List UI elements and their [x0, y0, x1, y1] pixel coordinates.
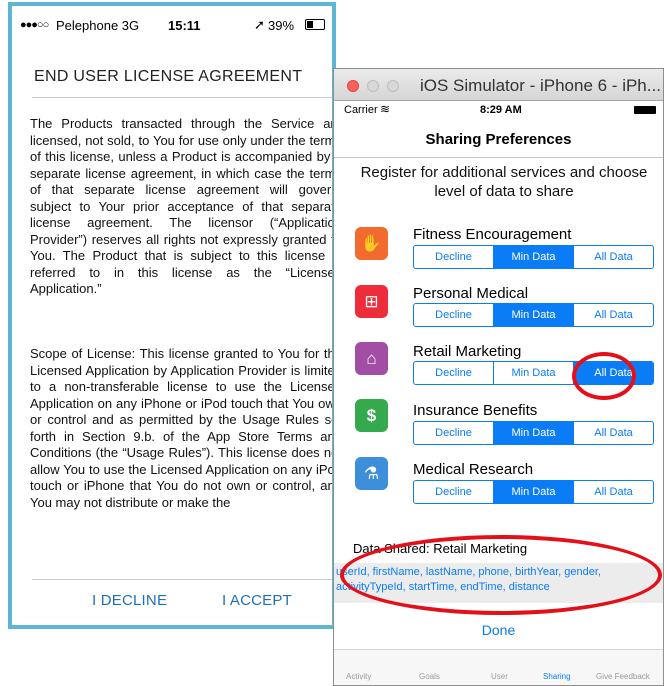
segment-all-data[interactable]: All Data — [573, 481, 653, 503]
category-label-fitness: Fitness Encouragement — [413, 226, 572, 243]
nav-title: Sharing Preferences — [425, 131, 572, 148]
tab-activity[interactable]: Activity — [346, 672, 371, 681]
sharing-level-fitness: Decline Min Data All Data — [413, 245, 654, 269]
location-arrow-icon: ➚ — [254, 17, 265, 32]
carrier-label: Pelephone 3G — [56, 18, 140, 33]
segment-decline[interactable]: Decline — [414, 362, 493, 384]
category-label-insurance: Insurance Benefits — [413, 402, 538, 419]
tab-goals[interactable]: Goals — [419, 672, 440, 681]
sharing-level-retail-marketing: Decline Min Data All Data — [413, 361, 654, 385]
tab-user[interactable]: User — [491, 672, 508, 681]
data-shared-fields: userId, firstName, lastName, phone, birt… — [336, 566, 601, 593]
category-label-medical-research: Medical Research — [413, 461, 534, 478]
tab-give-feedback[interactable]: Give Feedback — [596, 672, 650, 681]
eula-phone-screen: ●●●○○ Pelephone 3G 15:11 ➚ 39% END USER … — [8, 2, 336, 629]
status-time: 15:11 — [168, 18, 201, 33]
zoom-window-button[interactable] — [387, 80, 399, 92]
segment-decline[interactable]: Decline — [414, 422, 493, 444]
segment-min-data[interactable]: Min Data — [493, 422, 573, 444]
category-label-retail-marketing: Retail Marketing — [413, 343, 522, 360]
window-title: iOS Simulator - iPhone 6 - iPh... — [420, 76, 661, 95]
battery-icon — [305, 19, 325, 30]
category-label-personal-medical: Personal Medical — [413, 285, 529, 302]
battery-percent: 39% — [268, 18, 295, 33]
sharing-level-insurance: Decline Min Data All Data — [413, 421, 654, 445]
intro-text: Register for additional services and cho… — [360, 164, 648, 200]
sharing-level-medical-research: Decline Min Data All Data — [413, 480, 654, 504]
segment-all-data[interactable]: All Data — [573, 362, 653, 384]
decline-button[interactable]: I DECLINE — [92, 592, 167, 609]
ios-simulator-window: iOS Simulator - iPhone 6 - iPh... Carrie… — [333, 68, 664, 686]
page-title: END USER LICENSE AGREEMENT — [34, 68, 303, 85]
segment-min-data[interactable]: Min Data — [493, 362, 573, 384]
clapping-hands-icon: ✋ — [355, 227, 388, 260]
accept-button[interactable]: I ACCEPT — [222, 592, 292, 609]
data-shared-title: Data Shared: Retail Marketing — [353, 541, 528, 556]
shopping-basket-icon: ⌂ — [355, 342, 388, 375]
button-divider — [32, 579, 332, 580]
segment-min-data[interactable]: Min Data — [493, 246, 573, 268]
status-bar: ●●●○○ Pelephone 3G 15:11 ➚ 39% — [12, 6, 332, 46]
carrier-label: Carrier — [344, 104, 378, 116]
medical-kit-icon: ⊞ — [355, 285, 388, 318]
segment-decline[interactable]: Decline — [414, 481, 493, 503]
license-paragraph-1: The Products transacted through the Serv… — [30, 116, 336, 296]
segment-min-data[interactable]: Min Data — [493, 304, 573, 326]
status-time: 8:29 AM — [480, 104, 522, 116]
sharing-level-personal-medical: Decline Min Data All Data — [413, 303, 654, 327]
segment-all-data[interactable]: All Data — [573, 304, 653, 326]
segment-decline[interactable]: Decline — [414, 246, 493, 268]
minimize-window-button[interactable] — [367, 80, 379, 92]
wifi-icon: ≋ — [380, 102, 391, 116]
tab-bar: Activity Goals User Sharing Give Feedbac… — [334, 650, 663, 685]
done-button[interactable]: Done — [334, 622, 663, 638]
battery-icon — [634, 106, 656, 114]
data-shared-box: userId, firstName, lastName, phone, birt… — [334, 563, 663, 603]
window-titlebar: iOS Simulator - iPhone 6 - iPh... — [334, 69, 663, 101]
segment-all-data[interactable]: All Data — [573, 422, 653, 444]
simulator-status-bar: Carrier ≋ 8:29 AM — [334, 101, 663, 121]
close-window-button[interactable] — [347, 80, 359, 92]
segment-all-data[interactable]: All Data — [573, 246, 653, 268]
lab-flask-icon: ⚗ — [355, 457, 388, 490]
segment-min-data[interactable]: Min Data — [493, 481, 573, 503]
license-paragraph-2: Scope of License: This license granted t… — [30, 346, 336, 510]
segment-decline[interactable]: Decline — [414, 304, 493, 326]
dollar-shield-icon: $ — [355, 399, 388, 432]
nav-divider — [334, 157, 663, 158]
signal-strength-icon: ●●●○○ — [20, 19, 49, 31]
title-divider — [32, 97, 332, 98]
tab-sharing[interactable]: Sharing — [543, 672, 571, 681]
